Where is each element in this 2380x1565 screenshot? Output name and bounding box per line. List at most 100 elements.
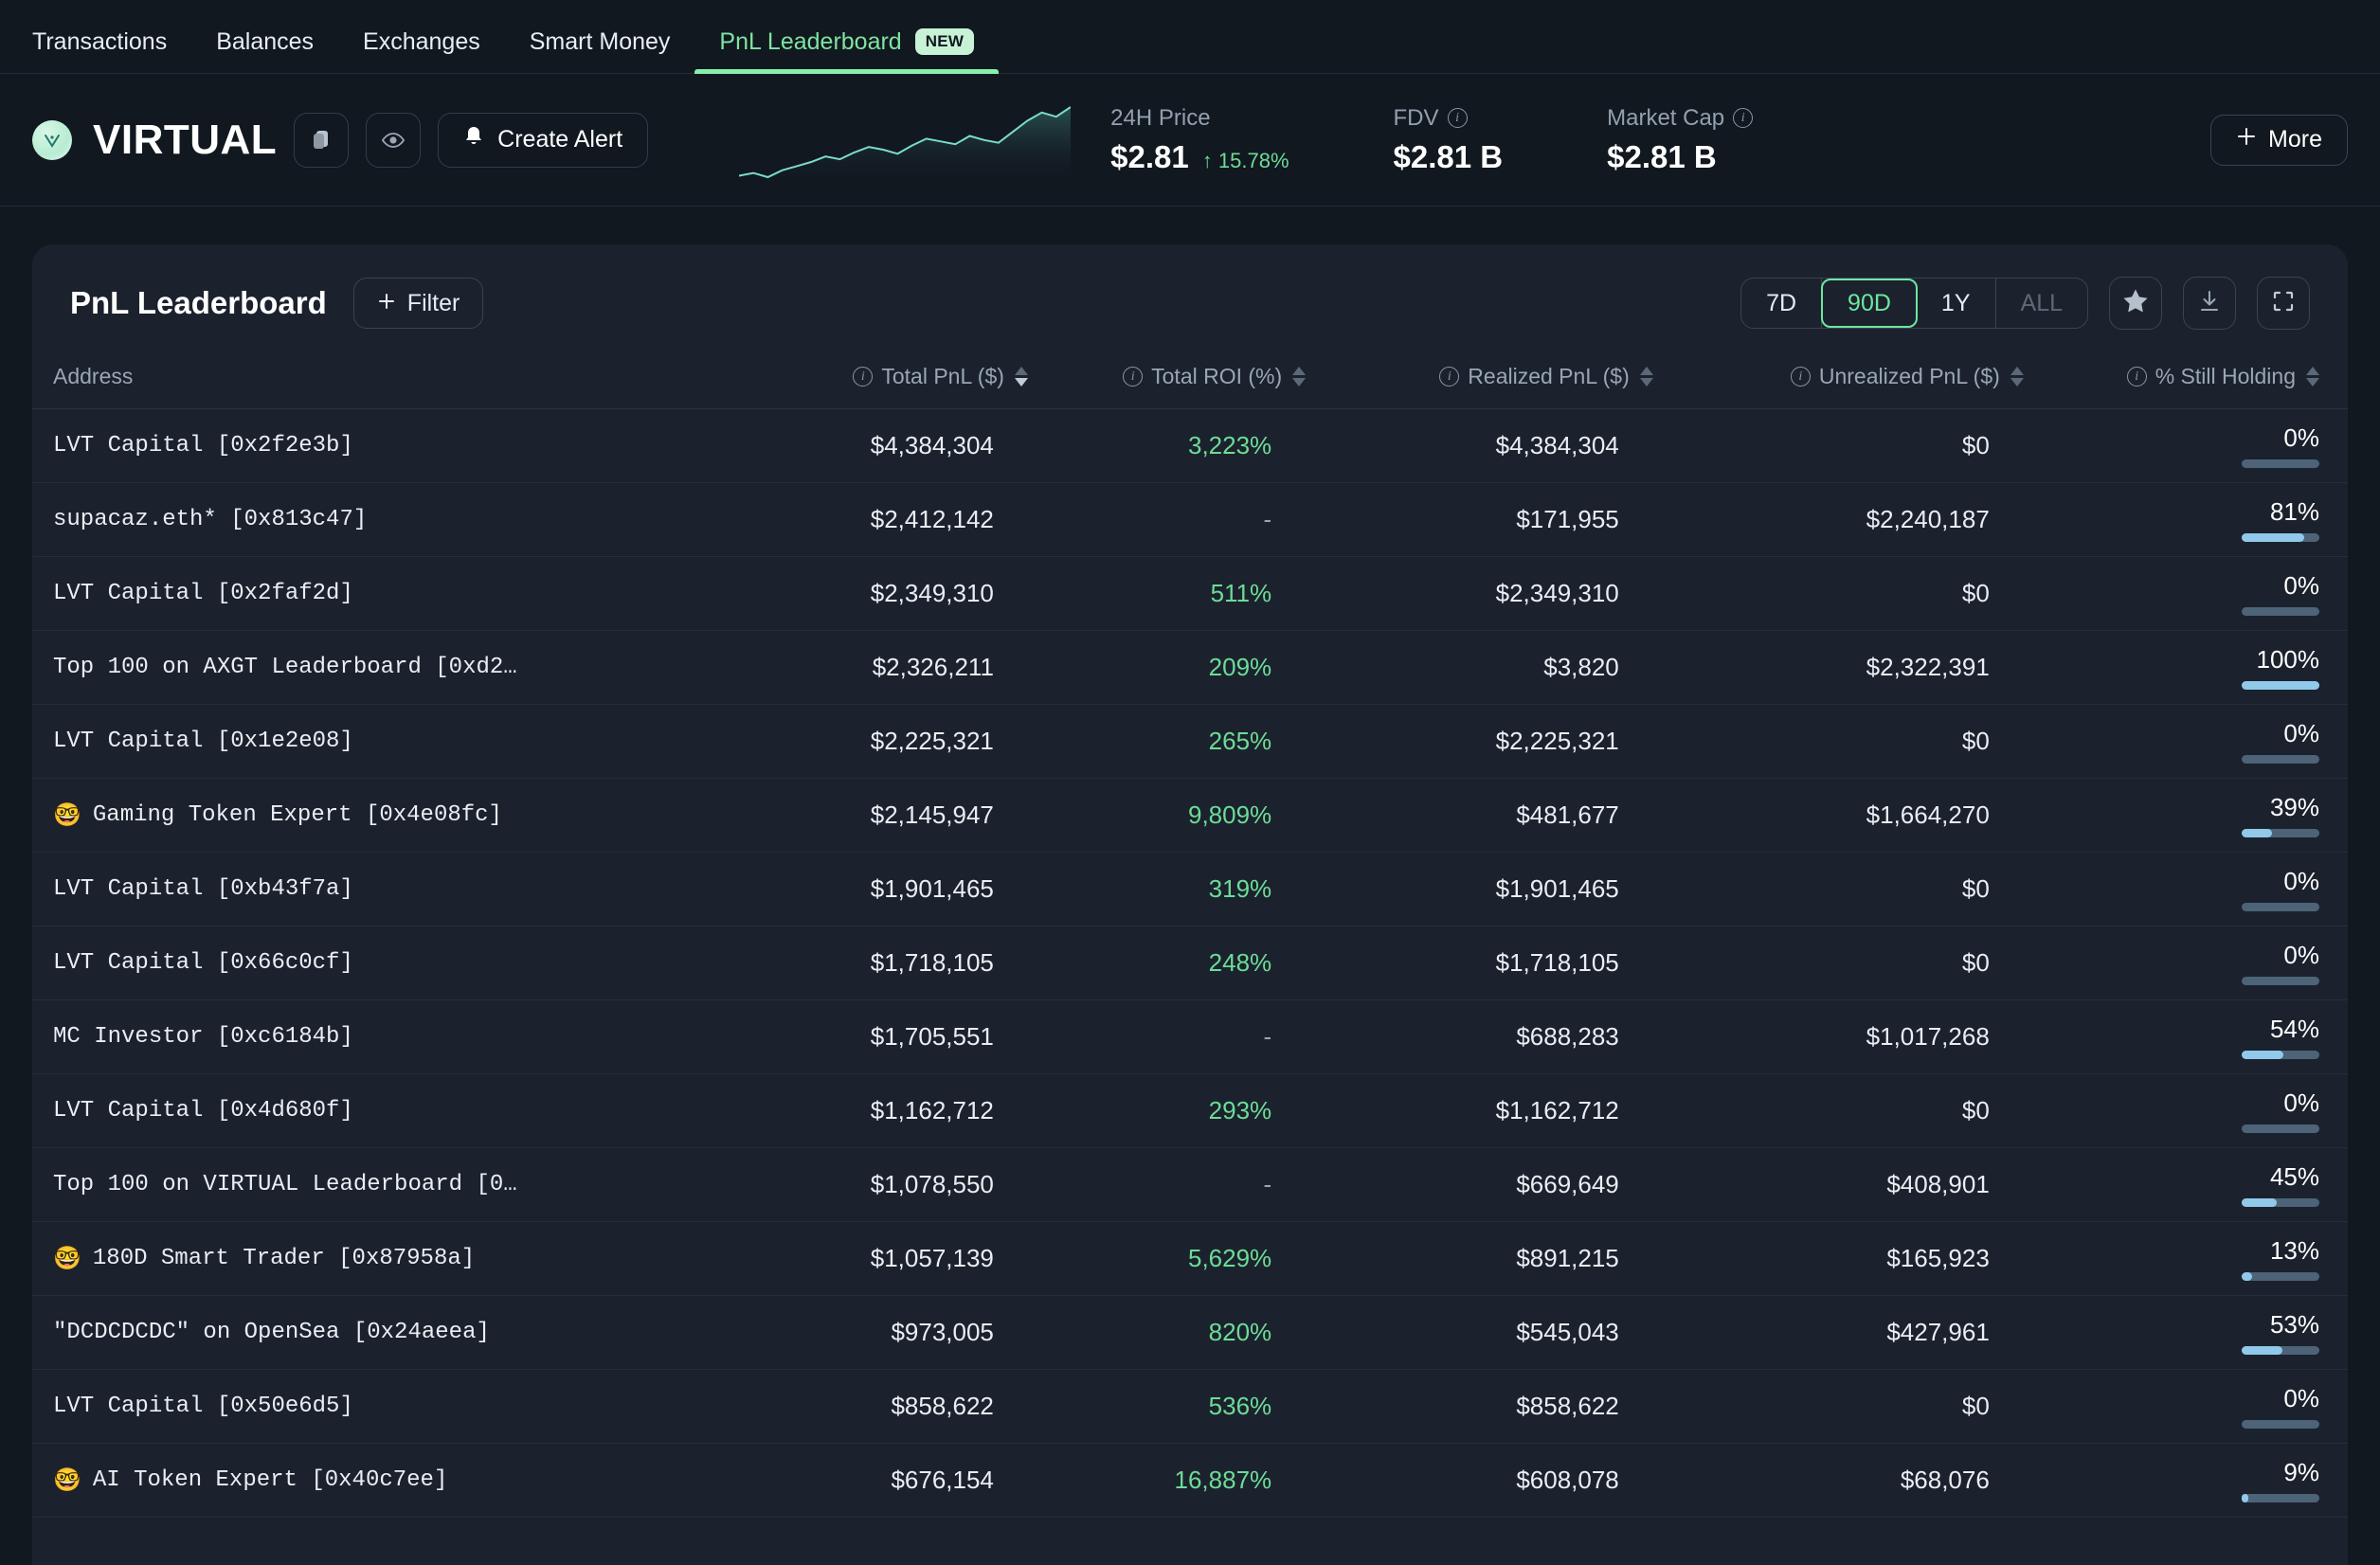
cell-total-roi: - xyxy=(1027,1147,1307,1222)
info-icon[interactable]: i xyxy=(2126,367,2147,387)
table-row[interactable]: Top 100 on VIRTUAL Leaderboard [0… $1,078… xyxy=(32,1147,2348,1222)
more-button[interactable]: More xyxy=(2210,114,2348,166)
info-icon[interactable]: i xyxy=(1790,367,1811,387)
info-icon[interactable]: i xyxy=(853,367,874,387)
range-option-1y[interactable]: 1Y xyxy=(1917,279,1996,328)
pnl-leaderboard-card: PnL Leaderboard Filter 7D 90D 1Y ALL Add… xyxy=(32,244,2348,1565)
sort-toggle[interactable] xyxy=(2010,367,2024,387)
table-row[interactable]: 🤓 180D Smart Trader [0x87958a] $1,057,139 5… xyxy=(32,1221,2348,1296)
table-row[interactable]: LVT Capital [0x4d680f] $1,162,712 293% $1,1… xyxy=(32,1073,2348,1148)
sort-asc-icon[interactable] xyxy=(1014,367,1028,375)
sort-toggle[interactable] xyxy=(1292,367,1307,387)
address-label: AI Token Expert [0x40c7ee] xyxy=(92,1467,448,1493)
column-header-unrealized-pnl[interactable]: i Unrealized PnL ($) xyxy=(1652,351,2024,409)
create-alert-button[interactable]: Create Alert xyxy=(438,112,649,168)
column-header-total-roi[interactable]: i Total ROI (%) xyxy=(1027,351,1307,409)
cell-address[interactable]: LVT Capital [0x2faf2d] xyxy=(32,556,728,631)
sort-asc-icon[interactable] xyxy=(2306,367,2319,375)
main-navigation: Transactions Balances Exchanges Smart Money… xyxy=(0,0,2380,74)
cell-total-roi: 293% xyxy=(1027,1073,1307,1148)
column-header--still-holding[interactable]: i % Still Holding xyxy=(2023,351,2348,409)
cell-still-holding: 0% xyxy=(2023,852,2348,926)
address-label: Gaming Token Expert [0x4e08fc] xyxy=(92,802,502,828)
sort-toggle[interactable] xyxy=(1639,367,1653,387)
cell-address[interactable]: LVT Capital [0x66c0cf] xyxy=(32,926,728,1000)
sort-asc-icon[interactable] xyxy=(2010,367,2024,375)
table-row[interactable]: LVT Capital [0xb43f7a] $1,901,465 319% $1,9… xyxy=(32,852,2348,926)
cell-address[interactable]: 🤓 AI Token Expert [0x40c7ee] xyxy=(32,1443,728,1518)
cell-unrealized-pnl: $0 xyxy=(1652,1073,2024,1148)
cell-address[interactable]: 🤓 Gaming Token Expert [0x4e08fc] xyxy=(32,778,728,853)
column-header-total-pnl[interactable]: i Total PnL ($) xyxy=(727,351,1028,409)
price-change-value: 15.78% xyxy=(1217,148,1289,172)
table-row[interactable]: MC Investor [0xc6184b] $1,705,551- $688,28… xyxy=(32,999,2348,1074)
cell-address[interactable]: LVT Capital [0x2f2e3b] xyxy=(32,408,728,483)
info-icon[interactable]: i xyxy=(1439,367,1460,387)
column-header-realized-pnl[interactable]: i Realized PnL ($) xyxy=(1306,351,1653,409)
cell-address[interactable]: LVT Capital [0xb43f7a] xyxy=(32,852,728,926)
info-icon[interactable]: i xyxy=(1123,367,1144,387)
cell-address[interactable]: LVT Capital [0x4d680f] xyxy=(32,1073,728,1148)
info-icon[interactable]: i xyxy=(1447,108,1468,128)
download-button[interactable] xyxy=(2183,277,2236,330)
nav-tab-balances[interactable]: Balances xyxy=(191,28,338,73)
sort-toggle[interactable] xyxy=(1014,367,1028,387)
nav-tab-pnl-leaderboard[interactable]: PnL Leaderboard NEW xyxy=(694,28,1000,74)
nav-tab-transactions[interactable]: Transactions xyxy=(8,28,191,73)
sort-asc-icon[interactable] xyxy=(1292,367,1307,375)
table-row[interactable]: LVT Capital [0x1e2e08] $2,225,321 265% $2,2… xyxy=(32,704,2348,779)
filter-button[interactable]: Filter xyxy=(352,278,484,329)
cell-address[interactable]: Top 100 on AXGT Leaderboard [0xd2… xyxy=(32,630,728,705)
watchlist-button[interactable] xyxy=(366,112,422,168)
sort-desc-icon[interactable] xyxy=(2010,378,2024,387)
cell-address[interactable]: "DCDCDCDC" on OpenSea [0x24aeea] xyxy=(32,1295,728,1370)
table-row[interactable]: LVT Capital [0x66c0cf] $1,718,105 248% $1,7… xyxy=(32,926,2348,1000)
sort-desc-icon[interactable] xyxy=(1014,378,1028,387)
cell-realized-pnl: $1,718,105 xyxy=(1306,926,1653,1000)
cell-total-pnl: $1,705,551 xyxy=(727,999,1028,1074)
copy-address-button[interactable] xyxy=(294,112,350,168)
cell-address[interactable]: Top 100 on VIRTUAL Leaderboard [0… xyxy=(32,1147,728,1222)
favorite-button[interactable] xyxy=(2109,277,2162,330)
info-icon[interactable]: i xyxy=(1733,108,1754,128)
sort-toggle[interactable] xyxy=(2306,367,2319,387)
range-option-90d[interactable]: 90D xyxy=(1821,279,1918,328)
card-header-actions: 7D 90D 1Y ALL xyxy=(1740,277,2310,330)
address-label: LVT Capital [0x2faf2d] xyxy=(53,581,353,606)
plus-icon xyxy=(2236,126,2257,153)
cell-still-holding: 81% xyxy=(2023,482,2348,557)
column-header-address[interactable]: Address xyxy=(32,351,728,409)
sort-asc-icon[interactable] xyxy=(1639,367,1653,375)
table-row[interactable]: LVT Capital [0x2faf2d] $2,349,310 511% $2,3… xyxy=(32,556,2348,631)
range-option-7d[interactable]: 7D xyxy=(1741,279,1823,328)
cell-address[interactable]: LVT Capital [0x1e2e08] xyxy=(32,704,728,779)
cell-address[interactable]: MC Investor [0xc6184b] xyxy=(32,999,728,1074)
cell-address[interactable]: LVT Capital [0x50e6d5] xyxy=(32,1369,728,1444)
holding-progress-bar xyxy=(2242,1198,2319,1207)
table-row[interactable]: "DCDCDCDC" on OpenSea [0x24aeea] $973,005… xyxy=(32,1295,2348,1370)
star-icon xyxy=(2122,288,2149,318)
table-row[interactable]: 🤓 AI Token Expert [0x40c7ee] $676,154 16,88… xyxy=(32,1443,2348,1518)
cell-realized-pnl: $608,078 xyxy=(1306,1443,1653,1518)
sort-desc-icon[interactable] xyxy=(1292,378,1307,387)
table-row[interactable]: LVT Capital [0x2f2e3b] $4,384,304 3,223% $4… xyxy=(32,408,2348,483)
table-row[interactable]: Top 100 on AXGT Leaderboard [0xd2… $2,326… xyxy=(32,630,2348,705)
table-row[interactable]: LVT Capital [0x50e6d5] $858,622 536% $858,6… xyxy=(32,1369,2348,1444)
token-symbol: VIRTUAL xyxy=(93,116,278,163)
holding-percent-label: 100% xyxy=(2256,645,2320,674)
table-row[interactable]: 🤓 Gaming Token Expert [0x4e08fc] $2,145,94… xyxy=(32,778,2348,853)
cell-unrealized-pnl: $427,961 xyxy=(1652,1295,2024,1370)
column-header-label: Total PnL ($) xyxy=(881,364,1004,388)
nav-tab-exchanges[interactable]: Exchanges xyxy=(338,28,505,73)
sort-desc-icon[interactable] xyxy=(1639,378,1653,387)
fullscreen-button[interactable] xyxy=(2257,277,2310,330)
address-label: LVT Capital [0x66c0cf] xyxy=(53,950,353,976)
cell-address[interactable]: 🤓 180D Smart Trader [0x87958a] xyxy=(32,1221,728,1296)
column-header-content: i Unrealized PnL ($) xyxy=(1653,364,2024,389)
address-label: LVT Capital [0x50e6d5] xyxy=(53,1394,353,1419)
table-row[interactable]: supacaz.eth* [0x813c47] $2,412,142- $171,9… xyxy=(32,482,2348,557)
sort-desc-icon[interactable] xyxy=(2306,378,2319,387)
holding-content: 45% xyxy=(2024,1162,2319,1207)
nav-tab-smart-money[interactable]: Smart Money xyxy=(505,28,695,73)
cell-address[interactable]: supacaz.eth* [0x813c47] xyxy=(32,482,728,557)
